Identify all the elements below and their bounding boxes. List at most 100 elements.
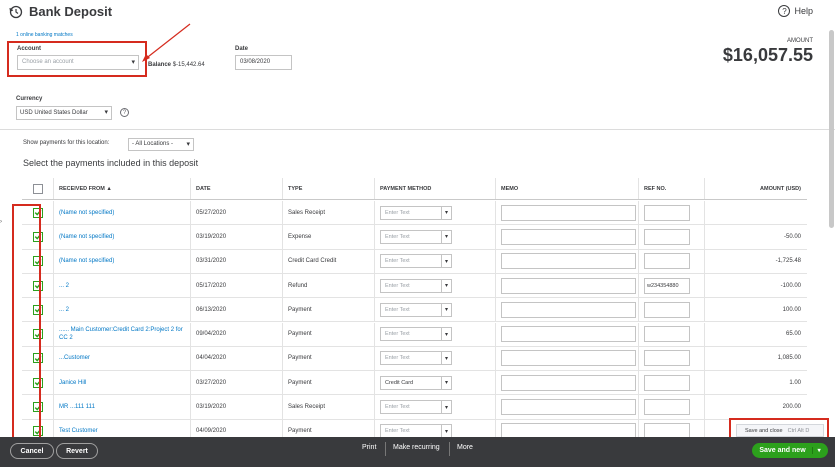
memo-input[interactable] — [501, 399, 636, 416]
customer-link[interactable]: (Name not specified) — [59, 233, 114, 241]
balance: Balance $-15,442.64 — [148, 62, 205, 68]
customer-link[interactable]: ... 2 — [59, 306, 69, 314]
info-icon[interactable]: ? — [120, 108, 129, 117]
table-row[interactable]: ... 2 05/17/2020 Refund Enter Text ▾ w2343548… — [22, 273, 807, 299]
table-row[interactable]: ...... Main Customer:Credit Card 2:Proje… — [22, 322, 807, 347]
date-cell: 06/13/2020 — [190, 298, 282, 322]
revert-button[interactable]: Revert — [56, 443, 98, 459]
ref-no-cell — [638, 201, 704, 225]
memo-input[interactable] — [501, 277, 636, 294]
amount-cell: 1.00 — [704, 371, 807, 395]
received-from-cell: ...Customer — [53, 346, 190, 371]
memo-input[interactable] — [501, 228, 636, 245]
online-banking-matches-link[interactable]: 1 online banking matches — [16, 32, 73, 38]
header-ref-no: REF NO. — [638, 178, 704, 199]
ref-no-input[interactable]: w234354880 — [644, 277, 690, 294]
ref-no-input[interactable] — [644, 204, 690, 221]
table-row[interactable]: MR ...111 111 03/19/2020 Sales Receipt Ente… — [22, 395, 807, 420]
save-and-new-button[interactable]: Save and new ▾ — [752, 443, 828, 458]
ref-no-input[interactable] — [644, 350, 690, 367]
make-recurring-button[interactable]: Make recurring — [393, 444, 440, 451]
amount-cell — [704, 201, 807, 225]
customer-link[interactable]: ...... Main Customer:Credit Card 2:Proje… — [59, 326, 190, 342]
ref-no-input[interactable] — [644, 301, 690, 318]
customer-link[interactable]: Test Customer — [59, 427, 98, 435]
help-button[interactable]: ? Help — [778, 5, 813, 17]
customer-link[interactable]: Janice Hill — [59, 379, 86, 387]
footer-divider — [449, 442, 450, 456]
payment-method-select[interactable]: Enter Text ▾ — [380, 351, 452, 366]
ref-no-input[interactable] — [644, 399, 690, 416]
scrollbar[interactable] — [829, 30, 834, 228]
table-row[interactable]: ... 2 06/13/2020 Payment Enter Text ▾ 100.00 — [22, 298, 807, 323]
type-cell: Sales Receipt — [282, 395, 374, 419]
chevron-down-icon[interactable]: ▾ — [811, 447, 821, 454]
received-from-cell: (Name not specified) — [53, 201, 190, 225]
select-all-checkbox[interactable] — [32, 183, 43, 194]
payment-method-select[interactable]: Enter Text ▾ — [380, 254, 452, 269]
memo-input[interactable] — [501, 253, 636, 270]
ref-no-cell — [638, 346, 704, 371]
more-button[interactable]: More — [457, 444, 473, 451]
header-memo: MEMO — [495, 178, 638, 199]
header-received-from[interactable]: RECEIVED FROM ▲ — [53, 178, 190, 199]
print-button[interactable]: Print — [362, 444, 376, 451]
chevron-down-icon: ▾ — [440, 376, 448, 389]
payment-method-cell: Enter Text ▾ — [374, 249, 495, 273]
memo-input[interactable] — [501, 326, 636, 343]
customer-link[interactable]: (Name not specified) — [59, 209, 114, 217]
table-row[interactable]: Janice Hill 03/27/2020 Payment Credit Card ▾… — [22, 371, 807, 396]
memo-input[interactable] — [501, 350, 636, 367]
help-label: Help — [794, 6, 813, 16]
payment-method-select[interactable]: Enter Text ▾ — [380, 229, 452, 244]
ref-no-input[interactable] — [644, 253, 690, 270]
page-title: Bank Deposit — [29, 4, 113, 19]
history-icon[interactable] — [9, 5, 23, 19]
select-all-cell — [22, 178, 53, 199]
ref-no-input[interactable] — [644, 228, 690, 245]
memo-cell — [495, 322, 638, 346]
customer-link[interactable]: ... 2 — [59, 282, 69, 290]
customer-link[interactable]: ...Customer — [59, 354, 90, 362]
ref-no-input[interactable] — [644, 374, 690, 391]
payment-method-select[interactable]: Enter Text ▾ — [380, 400, 452, 415]
ref-no-input[interactable] — [644, 326, 690, 343]
help-icon: ? — [778, 5, 791, 17]
payment-method-select[interactable]: Enter Text ▾ — [380, 278, 452, 293]
customer-link[interactable]: MR ...111 111 — [59, 403, 95, 411]
table-row[interactable]: ...Customer 04/04/2020 Payment Enter Text ▾ 1… — [22, 346, 807, 372]
section-title: Select the payments included in this dep… — [23, 158, 199, 168]
amount-cell: 200.00 — [704, 395, 807, 419]
payment-method-cell: Enter Text ▾ — [374, 322, 495, 346]
memo-input[interactable] — [501, 374, 636, 391]
payment-method-select[interactable]: Credit Card ▾ — [380, 375, 452, 390]
payment-method-select[interactable]: Enter Text ▾ — [380, 302, 452, 317]
received-from-cell: ...... Main Customer:Credit Card 2:Proje… — [53, 322, 190, 346]
date-input[interactable]: 03/08/2020 — [235, 55, 292, 70]
table-row[interactable]: (Name not specified) 05/27/2020 Sales Rece… — [22, 201, 807, 226]
payment-method-value: Enter Text — [385, 355, 410, 362]
memo-input[interactable] — [501, 204, 636, 221]
chevron-down-icon: ▾ — [440, 401, 448, 414]
memo-cell — [495, 273, 638, 298]
amount-cell: 65.00 — [704, 322, 807, 346]
cancel-button[interactable]: Cancel — [10, 443, 54, 459]
payment-method-value: Enter Text — [385, 233, 410, 240]
customer-link[interactable]: (Name not specified) — [59, 257, 114, 265]
payment-method-select[interactable]: Enter Text ▾ — [380, 327, 452, 342]
table-row[interactable]: (Name not specified) 03/31/2020 Credit Car… — [22, 249, 807, 274]
payment-method-select[interactable]: Enter Text ▾ — [380, 205, 452, 220]
memo-input[interactable] — [501, 301, 636, 318]
received-from-cell: (Name not specified) — [53, 225, 190, 249]
ref-no-cell — [638, 395, 704, 419]
currency-select[interactable]: USD United States Dollar ▾ — [16, 106, 112, 120]
type-cell: Sales Receipt — [282, 201, 374, 225]
payment-method-cell: Enter Text ▾ — [374, 395, 495, 419]
location-filter-select[interactable]: - All Locations - ▾ — [128, 138, 194, 151]
table-header-row: RECEIVED FROM ▲ DATE TYPE PAYMENT METHOD… — [22, 178, 807, 200]
edge-marker: › — [0, 219, 2, 225]
payment-method-cell: Enter Text ▾ — [374, 298, 495, 322]
table-row[interactable]: (Name not specified) 03/19/2020 Expense Ent… — [22, 225, 807, 250]
chevron-down-icon: ▾ — [440, 279, 448, 292]
date-cell: 03/31/2020 — [190, 249, 282, 273]
